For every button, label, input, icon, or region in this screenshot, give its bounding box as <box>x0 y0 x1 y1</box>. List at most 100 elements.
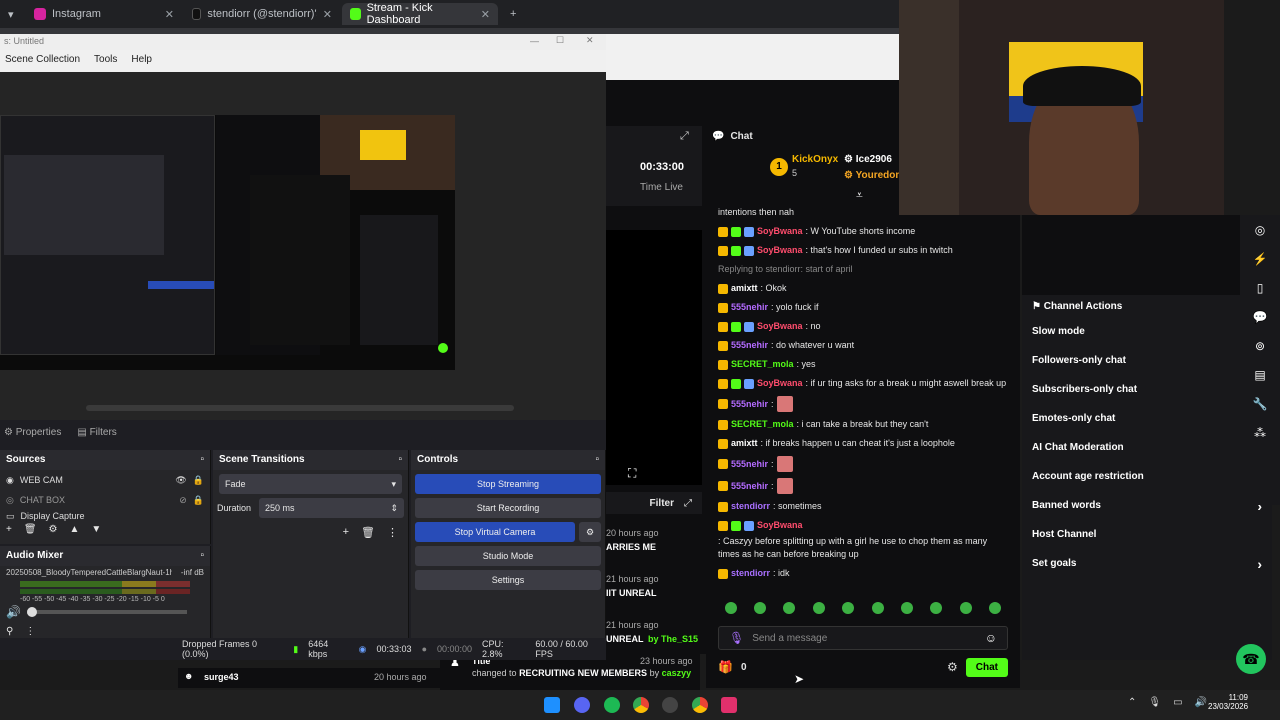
list-icon[interactable]: ▤ <box>1250 368 1270 388</box>
gear-icon[interactable]: ⚙ <box>947 660 958 674</box>
minimize-icon[interactable]: — <box>530 36 539 46</box>
fullscreen-icon[interactable]: ⛶ <box>628 466 636 481</box>
emote-icon[interactable] <box>959 602 972 614</box>
chat-username[interactable]: SoyBwana <box>757 519 803 532</box>
obs-icon[interactable] <box>662 697 678 713</box>
chat-username[interactable]: SoyBwana <box>757 320 803 333</box>
eye-icon[interactable]: 👁 <box>175 475 186 486</box>
emote-icon[interactable] <box>930 602 943 614</box>
lock-icon[interactable]: 🔒 <box>193 495 204 506</box>
chat-username[interactable]: SECRET_mola <box>731 418 794 431</box>
new-tab-button[interactable]: + <box>502 3 522 25</box>
wrench-icon[interactable]: 🔧 <box>1250 397 1270 417</box>
chrome-icon[interactable] <box>633 697 649 713</box>
lock-icon[interactable]: 🔒 <box>193 475 204 486</box>
source-item[interactable]: ▭ Display Capture <box>0 510 210 522</box>
chat-username[interactable]: stendiorr <box>731 567 770 580</box>
duration-input[interactable]: 250 ms ⇕ <box>259 498 404 518</box>
start-recording-button[interactable]: Start Recording <box>415 498 601 518</box>
broadcast-icon[interactable]: ⊚ <box>1250 339 1270 359</box>
tab-search-button[interactable]: ▾ <box>4 3 24 25</box>
channel-action-row[interactable]: Host Channel <box>1022 520 1272 549</box>
stepper-icon[interactable]: ⇕ <box>390 503 398 514</box>
trash-icon[interactable]: 🗑 <box>361 526 375 539</box>
bolt-icon[interactable]: ⚡ <box>1250 252 1270 272</box>
tab-instagram[interactable]: Instagram ✕ <box>26 3 182 25</box>
source-item[interactable]: ◎ CHAT BOX ⊘ 🔒 <box>0 490 210 510</box>
network-icon[interactable]: ▭ <box>1173 697 1182 708</box>
add-icon[interactable]: + <box>6 524 12 535</box>
properties-button[interactable]: ⚙ Properties <box>4 427 61 438</box>
volume-slider[interactable] <box>26 607 187 617</box>
menu-scene-collection[interactable]: Scene Collection <box>5 54 80 68</box>
emote-icon[interactable] <box>842 602 855 614</box>
emote-icon[interactable] <box>901 602 914 614</box>
mic-icon[interactable]: 🎙 <box>729 631 744 645</box>
chat-username[interactable]: 555nehir <box>731 458 768 471</box>
channel-action-row[interactable]: Emotes-only chat <box>1022 404 1272 433</box>
gear-icon[interactable]: ⚙ <box>49 524 58 535</box>
settings-button[interactable]: Settings <box>415 570 601 590</box>
link-icon[interactable]: ⚲ <box>6 626 13 637</box>
phone-icon[interactable]: ▯ <box>1250 281 1270 301</box>
chat-username[interactable]: 555nehir <box>731 398 768 411</box>
filter-button[interactable]: Filter <box>650 498 674 509</box>
undock-icon[interactable]: ▫ <box>200 550 204 562</box>
undock-icon[interactable]: ▫ <box>200 454 204 466</box>
clock[interactable]: 11:09 23/03/2026 <box>1208 693 1248 711</box>
expand-icon[interactable]: ⤢ <box>680 130 689 143</box>
chrome-icon[interactable] <box>692 697 708 713</box>
chat-username[interactable]: 555nehir <box>731 301 768 314</box>
tab-tiktok[interactable]: stendiorr (@stendiorr)'s videos ✕ <box>184 3 340 25</box>
menu-dots-icon[interactable]: ⋮ <box>387 526 398 539</box>
tiktok-studio-icon[interactable] <box>721 697 737 713</box>
channel-action-row[interactable]: Banned words › <box>1022 491 1272 520</box>
chat-username[interactable]: 555nehir <box>731 339 768 352</box>
chat-input[interactable]: 🎙 Send a message ☺ <box>718 626 1008 650</box>
trash-icon[interactable]: 🗑 <box>24 524 37 535</box>
speaker-icon[interactable]: 🔊 <box>6 605 21 619</box>
menu-help[interactable]: Help <box>131 54 152 68</box>
tab-kick-dashboard[interactable]: Stream - Kick Dashboard ✕ <box>342 2 498 26</box>
emoji-icon[interactable]: ☺ <box>985 631 997 645</box>
menu-tools[interactable]: Tools <box>94 54 117 68</box>
support-icon[interactable]: ☎ <box>1236 644 1266 674</box>
emote-icon[interactable] <box>783 602 796 614</box>
chat-username[interactable]: 555nehir <box>731 480 768 493</box>
chat-username[interactable]: SoyBwana <box>757 225 803 238</box>
menu-dots-icon[interactable]: ⋮ <box>25 626 35 637</box>
stop-virtual-camera-button[interactable]: Stop Virtual Camera <box>415 522 575 542</box>
undock-icon[interactable]: ▫ <box>595 454 599 466</box>
emote-icon[interactable] <box>724 602 737 614</box>
chat-username[interactable]: SoyBwana <box>757 244 803 257</box>
preview-scrollbar[interactable] <box>86 405 514 411</box>
channel-action-row[interactable]: Set goals › <box>1022 549 1272 578</box>
chat-username[interactable]: amixtt <box>731 437 758 450</box>
up-icon[interactable]: ▲ <box>70 524 80 535</box>
emote-icon[interactable] <box>871 602 884 614</box>
close-icon[interactable]: ✕ <box>481 8 490 21</box>
undock-icon[interactable]: ▫ <box>398 454 402 466</box>
close-icon[interactable]: ✕ <box>323 8 332 21</box>
target-icon[interactable]: ◎ <box>1250 223 1270 243</box>
spotify-icon[interactable] <box>604 697 620 713</box>
maximize-icon[interactable]: ☐ <box>556 35 564 46</box>
stop-streaming-button[interactable]: Stop Streaming <box>415 474 601 494</box>
share-icon[interactable]: ⁂ <box>1250 426 1270 446</box>
discord-icon[interactable] <box>574 697 590 713</box>
start-icon[interactable] <box>544 697 560 713</box>
gift-icon[interactable]: 🎁 <box>718 660 733 674</box>
chat-icon[interactable]: 💬 <box>1250 310 1270 330</box>
source-item[interactable]: ◉ WEB CAM 👁 🔒 <box>0 470 210 490</box>
filters-button[interactable]: ▤ Filters <box>77 427 116 438</box>
channel-action-row[interactable]: Account age restriction› <box>1022 462 1272 491</box>
channel-action-row[interactable]: Subscribers-only chat <box>1022 375 1272 404</box>
mic-icon[interactable]: 🎙 <box>1148 697 1161 708</box>
emote-icon[interactable] <box>989 602 1002 614</box>
close-icon[interactable]: ✕ <box>586 35 594 46</box>
volume-icon[interactable]: 🔊 <box>1195 697 1207 708</box>
add-icon[interactable]: + <box>343 526 349 539</box>
eye-off-icon[interactable]: ⊘ <box>179 495 187 506</box>
chat-username[interactable]: amixtt <box>731 282 758 295</box>
channel-action-row[interactable]: Slow mode› <box>1022 317 1272 346</box>
